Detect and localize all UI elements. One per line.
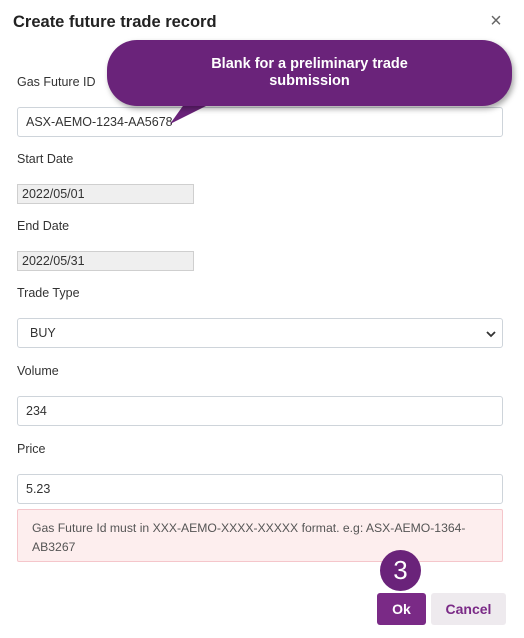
alert-line-1: Gas Future Id must in XXX-AEMO-XXXX-XXXX… bbox=[32, 521, 466, 535]
end-date-field[interactable]: 2022/05/31 bbox=[17, 251, 194, 271]
start-date-label: Start Date bbox=[17, 152, 74, 166]
cancel-button[interactable]: Cancel bbox=[431, 593, 506, 625]
ok-button[interactable]: Ok bbox=[377, 593, 426, 625]
alert-line-2: AB3267 bbox=[32, 540, 76, 554]
trade-type-label: Trade Type bbox=[17, 286, 80, 300]
tooltip-line-2: submission bbox=[269, 73, 350, 89]
callout-tooltip: Blank for a preliminary trade submission bbox=[107, 40, 512, 106]
gas-future-id-input[interactable]: ASX-AEMO-1234-AA5678 bbox=[17, 107, 503, 137]
trade-type-select[interactable]: BUY bbox=[17, 318, 503, 348]
start-date-field[interactable]: 2022/05/01 bbox=[17, 184, 194, 204]
volume-input[interactable]: 234 bbox=[17, 396, 503, 426]
trade-type-value: BUY bbox=[30, 326, 56, 340]
create-trade-dialog: Create future trade record × Gas Future … bbox=[0, 0, 524, 638]
step-badge: 3 bbox=[380, 550, 421, 591]
dialog-title: Create future trade record bbox=[13, 13, 217, 31]
gas-future-id-label: Gas Future ID bbox=[17, 75, 96, 89]
chevron-down-icon bbox=[486, 331, 496, 338]
price-input[interactable]: 5.23 bbox=[17, 474, 503, 504]
close-icon[interactable]: × bbox=[487, 11, 505, 31]
volume-label: Volume bbox=[17, 364, 59, 378]
validation-alert: Gas Future Id must in XXX-AEMO-XXXX-XXXX… bbox=[17, 509, 503, 562]
tooltip-line-1: Blank for a preliminary trade bbox=[211, 56, 408, 72]
price-label: Price bbox=[17, 442, 46, 456]
end-date-label: End Date bbox=[17, 219, 70, 233]
